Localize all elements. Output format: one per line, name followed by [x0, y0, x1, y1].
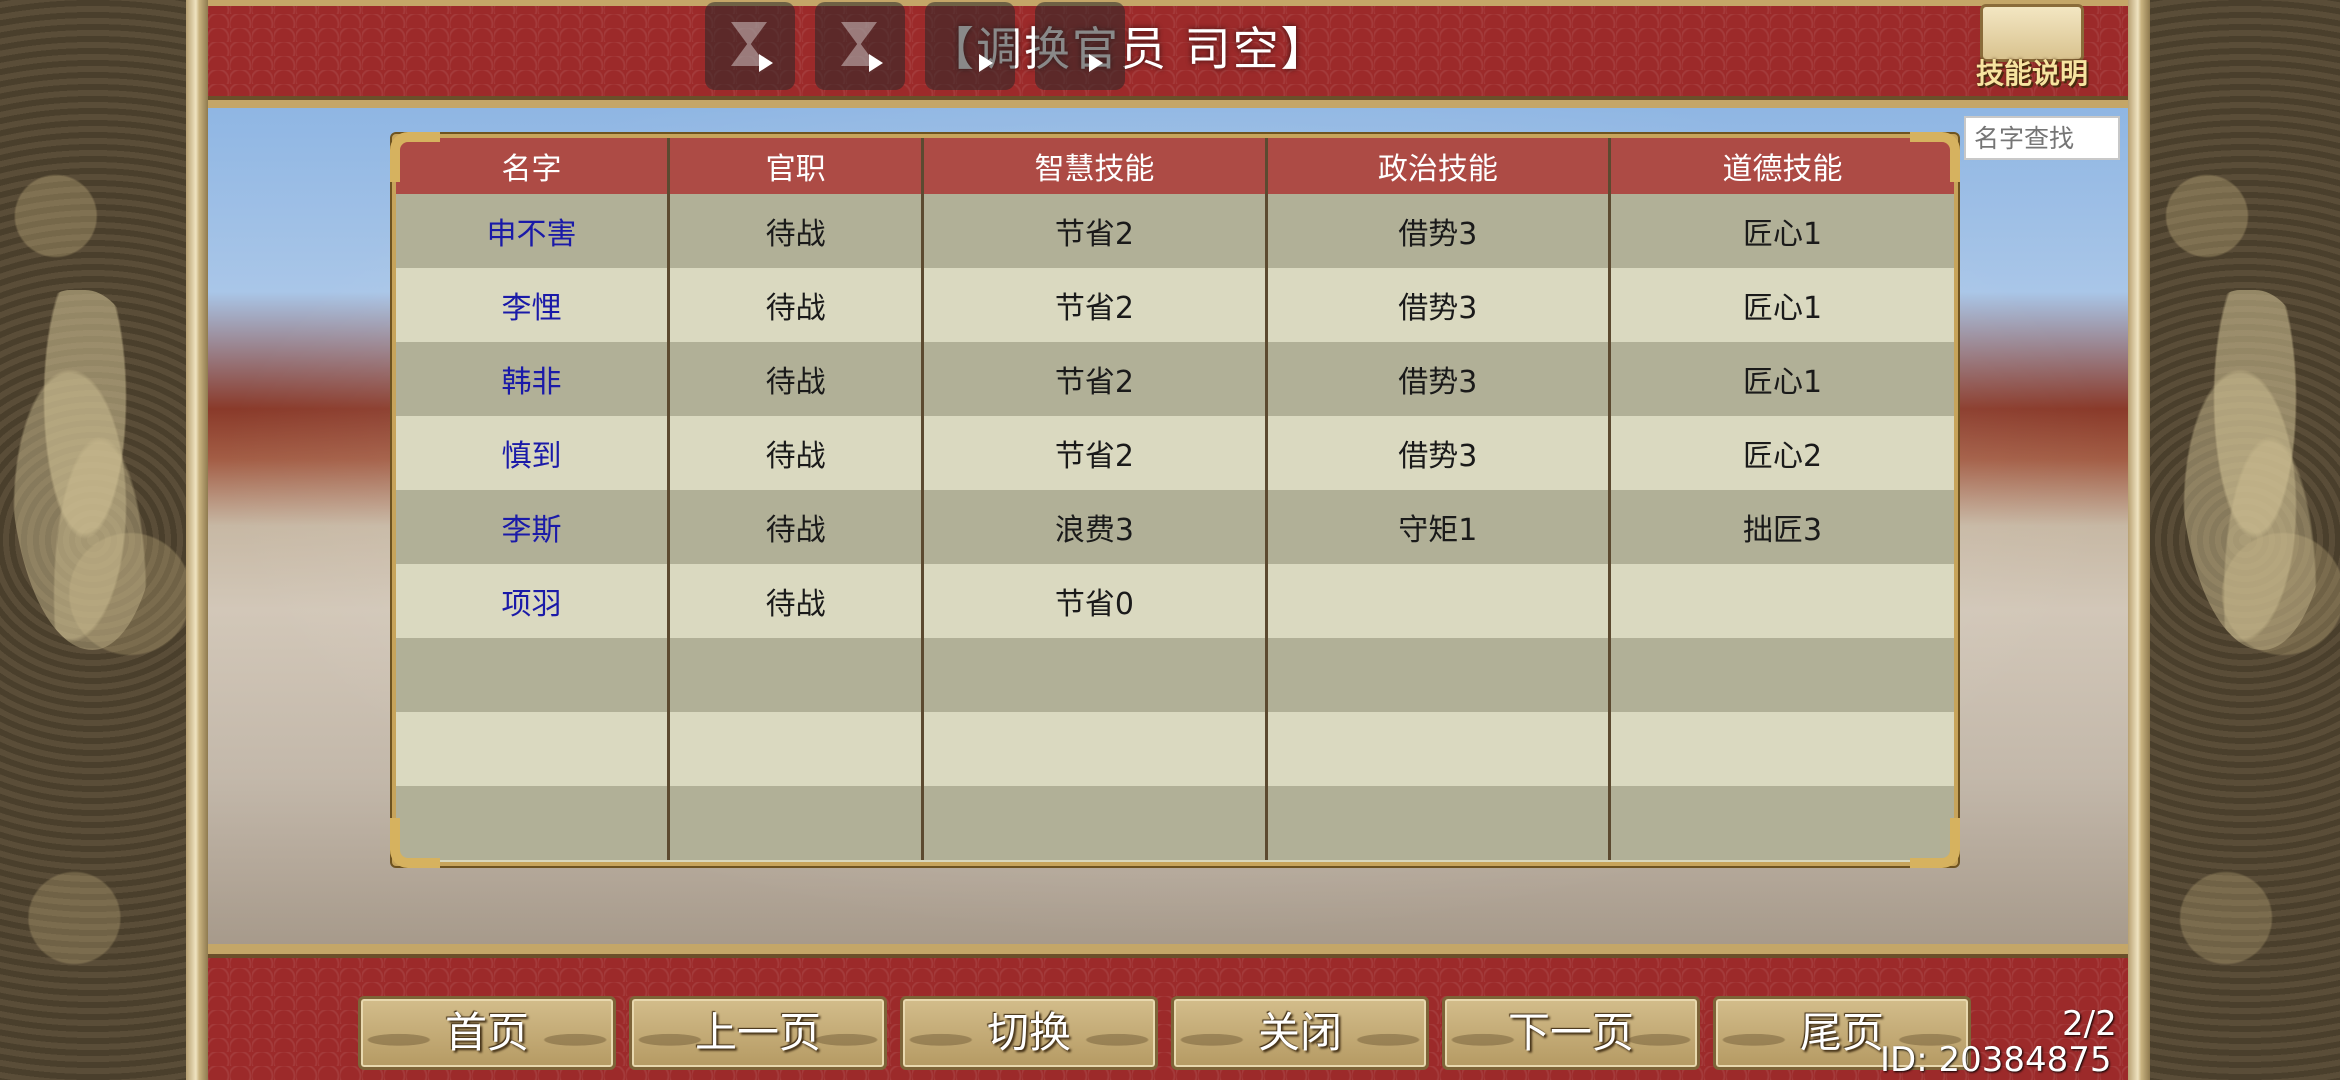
- politics-skill: [1266, 564, 1612, 638]
- table-header-row: 名字 官职 智慧技能 政治技能 道德技能: [396, 138, 1954, 194]
- official-name[interactable]: 项羽: [396, 564, 670, 638]
- official-post: 待战: [668, 342, 925, 416]
- column-header[interactable]: 道德技能: [1609, 138, 1954, 194]
- official-name[interactable]: 申不害: [396, 194, 670, 268]
- official-name[interactable]: 慎到: [396, 416, 670, 490]
- video-overlay-button[interactable]: [815, 2, 905, 90]
- prev-page-button[interactable]: 上一页: [629, 996, 887, 1070]
- empty-cell: [922, 638, 1268, 712]
- empty-cell: [668, 638, 925, 712]
- official-post: 待战: [668, 194, 925, 268]
- dragon-ornament: [10, 290, 160, 650]
- empty-cell: [396, 638, 670, 712]
- wisdom-skill: 节省2: [922, 268, 1268, 342]
- official-post: 待战: [668, 416, 925, 490]
- empty-cell: [922, 712, 1268, 786]
- main-panel: 【调换官员 司空】 技能说明 名字查找 名字 官职 智慧技能 政治技能 道德技能…: [208, 0, 2128, 1080]
- column-header[interactable]: 智慧技能: [922, 138, 1268, 194]
- bottom-banner: 首页 上一页 切换 关闭 下一页 尾页: [208, 944, 2128, 1080]
- politics-skill: 借势3: [1266, 268, 1612, 342]
- table-row-empty: [396, 638, 1954, 712]
- gold-frame-right: [2128, 0, 2150, 1080]
- table-row[interactable]: 韩非 待战 节省2 借势3 匠心1: [396, 342, 1954, 416]
- table-row[interactable]: 申不害 待战 节省2 借势3 匠心1: [396, 194, 1954, 268]
- official-name[interactable]: 韩非: [396, 342, 670, 416]
- wisdom-skill: 节省2: [922, 342, 1268, 416]
- empty-cell: [668, 712, 925, 786]
- left-dragon-panel: [0, 0, 186, 1080]
- empty-cell: [396, 712, 670, 786]
- politics-skill: 借势3: [1266, 342, 1612, 416]
- politics-skill: 守矩1: [1266, 490, 1612, 564]
- play-icon: [759, 54, 773, 72]
- column-header[interactable]: 政治技能: [1266, 138, 1612, 194]
- video-overlay-button[interactable]: [705, 2, 795, 90]
- play-icon: [869, 54, 883, 72]
- morality-skill: 匠心2: [1609, 416, 1954, 490]
- top-banner: 【调换官员 司空】 技能说明: [208, 0, 2128, 108]
- morality-skill: 拙匠3: [1609, 490, 1954, 564]
- user-id: ID: 20384875: [1880, 1040, 2112, 1080]
- morality-skill: 匠心1: [1609, 268, 1954, 342]
- empty-cell: [1609, 638, 1954, 712]
- politics-skill: 借势3: [1266, 416, 1612, 490]
- right-dragon-panel: [2150, 0, 2340, 1080]
- morality-skill: [1609, 564, 1954, 638]
- official-name[interactable]: 李悝: [396, 268, 670, 342]
- empty-cell: [1609, 786, 1954, 860]
- table-row[interactable]: 李斯 待战 浪费3 守矩1 拙匠3: [396, 490, 1954, 564]
- column-header[interactable]: 官职: [668, 138, 925, 194]
- morality-skill: 匠心1: [1609, 194, 1954, 268]
- empty-cell: [1266, 786, 1612, 860]
- corner-ornament: [1910, 132, 1960, 182]
- page-indicator: 2/2: [2062, 1004, 2117, 1044]
- official-table: 名字 官职 智慧技能 政治技能 道德技能 申不害 待战 节省2 借势3 匠心1 …: [390, 132, 1960, 868]
- dragon-ornament: [2180, 290, 2330, 650]
- wisdom-skill: 节省0: [922, 564, 1268, 638]
- official-name[interactable]: 李斯: [396, 490, 670, 564]
- corner-ornament: [390, 132, 440, 182]
- video-overlay-button[interactable]: [925, 2, 1015, 90]
- official-post: 待战: [668, 490, 925, 564]
- table-row[interactable]: 项羽 待战 节省0: [396, 564, 1954, 638]
- wisdom-skill: 节省2: [922, 416, 1268, 490]
- table-row-empty: [396, 786, 1954, 860]
- official-post: 待战: [668, 268, 925, 342]
- morality-skill: 匠心1: [1609, 342, 1954, 416]
- wisdom-skill: 节省2: [922, 194, 1268, 268]
- corner-ornament: [1910, 818, 1960, 868]
- wisdom-skill: 浪费3: [922, 490, 1268, 564]
- empty-cell: [668, 786, 925, 860]
- skill-help-label: 技能说明: [1975, 57, 2088, 90]
- empty-cell: [1266, 638, 1612, 712]
- corner-ornament: [390, 818, 440, 868]
- close-button[interactable]: 关闭: [1171, 996, 1429, 1070]
- play-icon: [979, 54, 993, 72]
- play-icon: [1089, 54, 1103, 72]
- empty-cell: [922, 786, 1268, 860]
- table-row[interactable]: 李悝 待战 节省2 借势3 匠心1: [396, 268, 1954, 342]
- switch-button[interactable]: 切换: [900, 996, 1158, 1070]
- gold-frame-left: [186, 0, 208, 1080]
- empty-cell: [1609, 712, 1954, 786]
- name-search-input[interactable]: [1964, 116, 2120, 160]
- next-page-button[interactable]: 下一页: [1442, 996, 1700, 1070]
- skill-help-button[interactable]: 技能说明: [1970, 4, 2094, 94]
- official-post: 待战: [668, 564, 925, 638]
- table-row-empty: [396, 712, 1954, 786]
- first-page-button[interactable]: 首页: [358, 996, 616, 1070]
- table-row[interactable]: 慎到 待战 节省2 借势3 匠心2: [396, 416, 1954, 490]
- video-overlay-button[interactable]: [1035, 2, 1125, 90]
- politics-skill: 借势3: [1266, 194, 1612, 268]
- empty-cell: [1266, 712, 1612, 786]
